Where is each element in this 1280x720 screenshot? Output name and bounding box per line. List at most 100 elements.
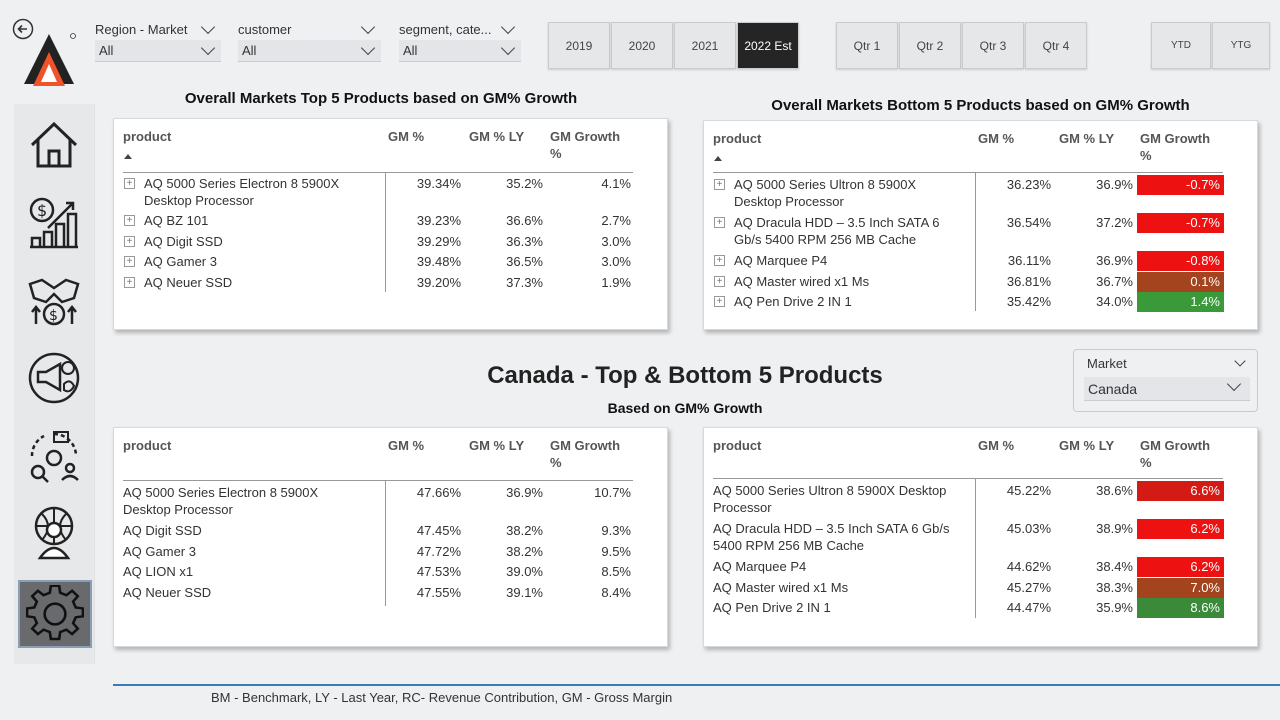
expand-row-icon[interactable]: + bbox=[124, 236, 135, 247]
product-column-header[interactable]: product bbox=[713, 130, 761, 147]
expand-row-icon[interactable]: + bbox=[714, 276, 725, 287]
quarter-button-4[interactable]: Qtr 4 bbox=[1025, 22, 1087, 69]
gm-ly-value: 38.4% bbox=[1096, 559, 1133, 574]
product-name-line1: AQ BZ 101 bbox=[144, 213, 209, 228]
supply-chain-icon[interactable] bbox=[24, 428, 84, 484]
chevron-down-icon[interactable] bbox=[1234, 355, 1246, 367]
gm-column-header[interactable]: GM % bbox=[978, 437, 1014, 454]
gm-growth-value: 6.2% bbox=[1137, 557, 1224, 577]
gm-growth-value: 9.5% bbox=[601, 544, 631, 559]
sort-ascending-icon[interactable] bbox=[714, 156, 722, 161]
gm-column-header[interactable]: GM % bbox=[388, 128, 424, 145]
ytg-button[interactable]: YTG bbox=[1212, 22, 1270, 69]
product-name-line1: AQ Digit SSD bbox=[123, 523, 202, 538]
market-slicer[interactable]: Market Canada bbox=[1073, 349, 1258, 412]
expand-row-icon[interactable]: + bbox=[124, 178, 135, 189]
gm-value: 39.34% bbox=[416, 176, 461, 191]
year-button-2019[interactable]: 2019 bbox=[548, 22, 610, 69]
global-user-icon[interactable] bbox=[24, 504, 84, 560]
expand-row-icon[interactable]: + bbox=[124, 215, 135, 226]
home-icon[interactable] bbox=[24, 118, 84, 174]
product-name-line1: AQ Gamer 3 bbox=[144, 254, 217, 269]
product-column-header[interactable]: product bbox=[713, 437, 761, 454]
product-name-line1: AQ Dracula HDD – 3.5 Inch SATA 6 bbox=[734, 215, 940, 230]
chevron-down-icon bbox=[500, 40, 516, 56]
overall-top-title: Overall Markets Top 5 Products based on … bbox=[184, 90, 578, 107]
canada-title: Canada - Top & Bottom 5 Products bbox=[487, 362, 883, 389]
product-name-line1: AQ Pen Drive 2 IN 1 bbox=[734, 294, 852, 309]
sales-growth-icon[interactable]: $ bbox=[24, 194, 84, 250]
expand-row-icon[interactable]: + bbox=[714, 179, 725, 190]
gm-ly-column-header[interactable]: GM % LY bbox=[1059, 130, 1114, 147]
settings-icon bbox=[26, 585, 84, 641]
customer-dropdown[interactable]: All bbox=[238, 40, 381, 62]
gm-ly-value: 36.3% bbox=[506, 234, 543, 249]
gm-value: 39.29% bbox=[416, 234, 461, 249]
gm-ly-column-header[interactable]: GM % LY bbox=[469, 437, 524, 454]
quarter-button-1[interactable]: Qtr 1 bbox=[836, 22, 898, 69]
expand-row-icon[interactable]: + bbox=[124, 256, 135, 267]
settings-nav-item[interactable] bbox=[18, 580, 92, 648]
footer-divider bbox=[113, 684, 1280, 686]
expand-row-icon[interactable]: + bbox=[714, 255, 725, 266]
canada-subtitle: Based on GM% Growth bbox=[607, 400, 763, 416]
gm-growth-value: 0.1% bbox=[1137, 272, 1224, 292]
gm-growth-header-line2: % bbox=[550, 455, 562, 470]
expand-row-icon[interactable]: + bbox=[714, 217, 725, 228]
year-button-2021[interactable]: 2021 bbox=[674, 22, 736, 69]
gm-ly-value: 38.2% bbox=[506, 523, 543, 538]
company-logo bbox=[24, 33, 76, 86]
region-market-slicer[interactable]: Region - Market All bbox=[95, 18, 221, 62]
product-name-line1: AQ 5000 Series Electron 8 5900X bbox=[123, 485, 319, 500]
product-name-line1: AQ LION x1 bbox=[123, 564, 194, 579]
chevron-down-icon bbox=[200, 40, 216, 56]
year-button-2020[interactable]: 2020 bbox=[611, 22, 673, 69]
gm-ly-column-header[interactable]: GM % LY bbox=[1059, 437, 1114, 454]
gm-ly-value: 34.0% bbox=[1096, 294, 1133, 309]
partnership-icon[interactable]: $ bbox=[24, 272, 84, 328]
chevron-down-icon[interactable] bbox=[360, 19, 376, 34]
quarter-button-3[interactable]: Qtr 3 bbox=[962, 22, 1024, 69]
sort-ascending-icon[interactable] bbox=[124, 154, 132, 159]
product-name-line1: AQ 5000 Series Ultron 8 5900X bbox=[734, 177, 917, 192]
product-name-line1: AQ Master wired x1 Ms bbox=[734, 274, 870, 289]
gm-growth-column-header[interactable]: GM Growth% bbox=[550, 128, 620, 162]
gm-column-header[interactable]: GM % bbox=[978, 130, 1014, 147]
gm-growth-header-line1: GM Growth bbox=[1140, 131, 1211, 146]
chevron-down-icon[interactable] bbox=[200, 19, 216, 34]
product-column-header[interactable]: product bbox=[123, 128, 171, 145]
gm-growth-column-header[interactable]: GM Growth% bbox=[1140, 130, 1210, 164]
chevron-down-icon[interactable] bbox=[500, 19, 516, 34]
gm-growth-value: 10.7% bbox=[594, 485, 631, 500]
expand-row-icon[interactable]: + bbox=[714, 296, 725, 307]
product-name-line1: AQ Pen Drive 2 IN 1 bbox=[713, 600, 831, 615]
gm-ly-value: 37.3% bbox=[506, 275, 543, 290]
product-name: AQ Gamer 3 bbox=[144, 253, 217, 270]
ytd-button[interactable]: YTD bbox=[1151, 22, 1211, 69]
gm-value: 35.42% bbox=[1006, 294, 1051, 309]
product-name: AQ Marquee P4 bbox=[713, 558, 806, 575]
quarter-button-2[interactable]: Qtr 2 bbox=[899, 22, 961, 69]
gm-value: 44.62% bbox=[1006, 559, 1051, 574]
segment-dropdown[interactable]: All bbox=[399, 40, 521, 62]
marketing-icon[interactable] bbox=[24, 350, 84, 406]
market-dropdown[interactable]: Canada bbox=[1084, 377, 1250, 401]
product-column-header[interactable]: product bbox=[123, 437, 171, 454]
gm-ly-value: 38.3% bbox=[1096, 580, 1133, 595]
gm-column-header[interactable]: GM % bbox=[388, 437, 424, 454]
svg-text:$: $ bbox=[49, 308, 58, 324]
product-name: AQ Digit SSD bbox=[144, 233, 223, 250]
gm-growth-value: -0.7% bbox=[1137, 175, 1224, 195]
gm-growth-column-header[interactable]: GM Growth% bbox=[550, 437, 620, 471]
canada-top-products-table: product GM % GM % LY GM Growth% AQ 5000 Seri… bbox=[113, 427, 668, 647]
product-name-line1: AQ Gamer 3 bbox=[123, 544, 196, 559]
customer-slicer[interactable]: customer All bbox=[238, 18, 381, 62]
year-button-2022-est[interactable]: 2022 Est bbox=[737, 22, 799, 69]
gm-growth-column-header[interactable]: GM Growth% bbox=[1140, 437, 1210, 471]
segment-slicer[interactable]: segment, cate... All bbox=[399, 18, 521, 62]
region-dropdown[interactable]: All bbox=[95, 40, 221, 62]
header-divider bbox=[123, 172, 633, 173]
gm-ly-column-header[interactable]: GM % LY bbox=[469, 128, 524, 145]
expand-row-icon[interactable]: + bbox=[124, 277, 135, 288]
gm-value: 39.20% bbox=[416, 275, 461, 290]
